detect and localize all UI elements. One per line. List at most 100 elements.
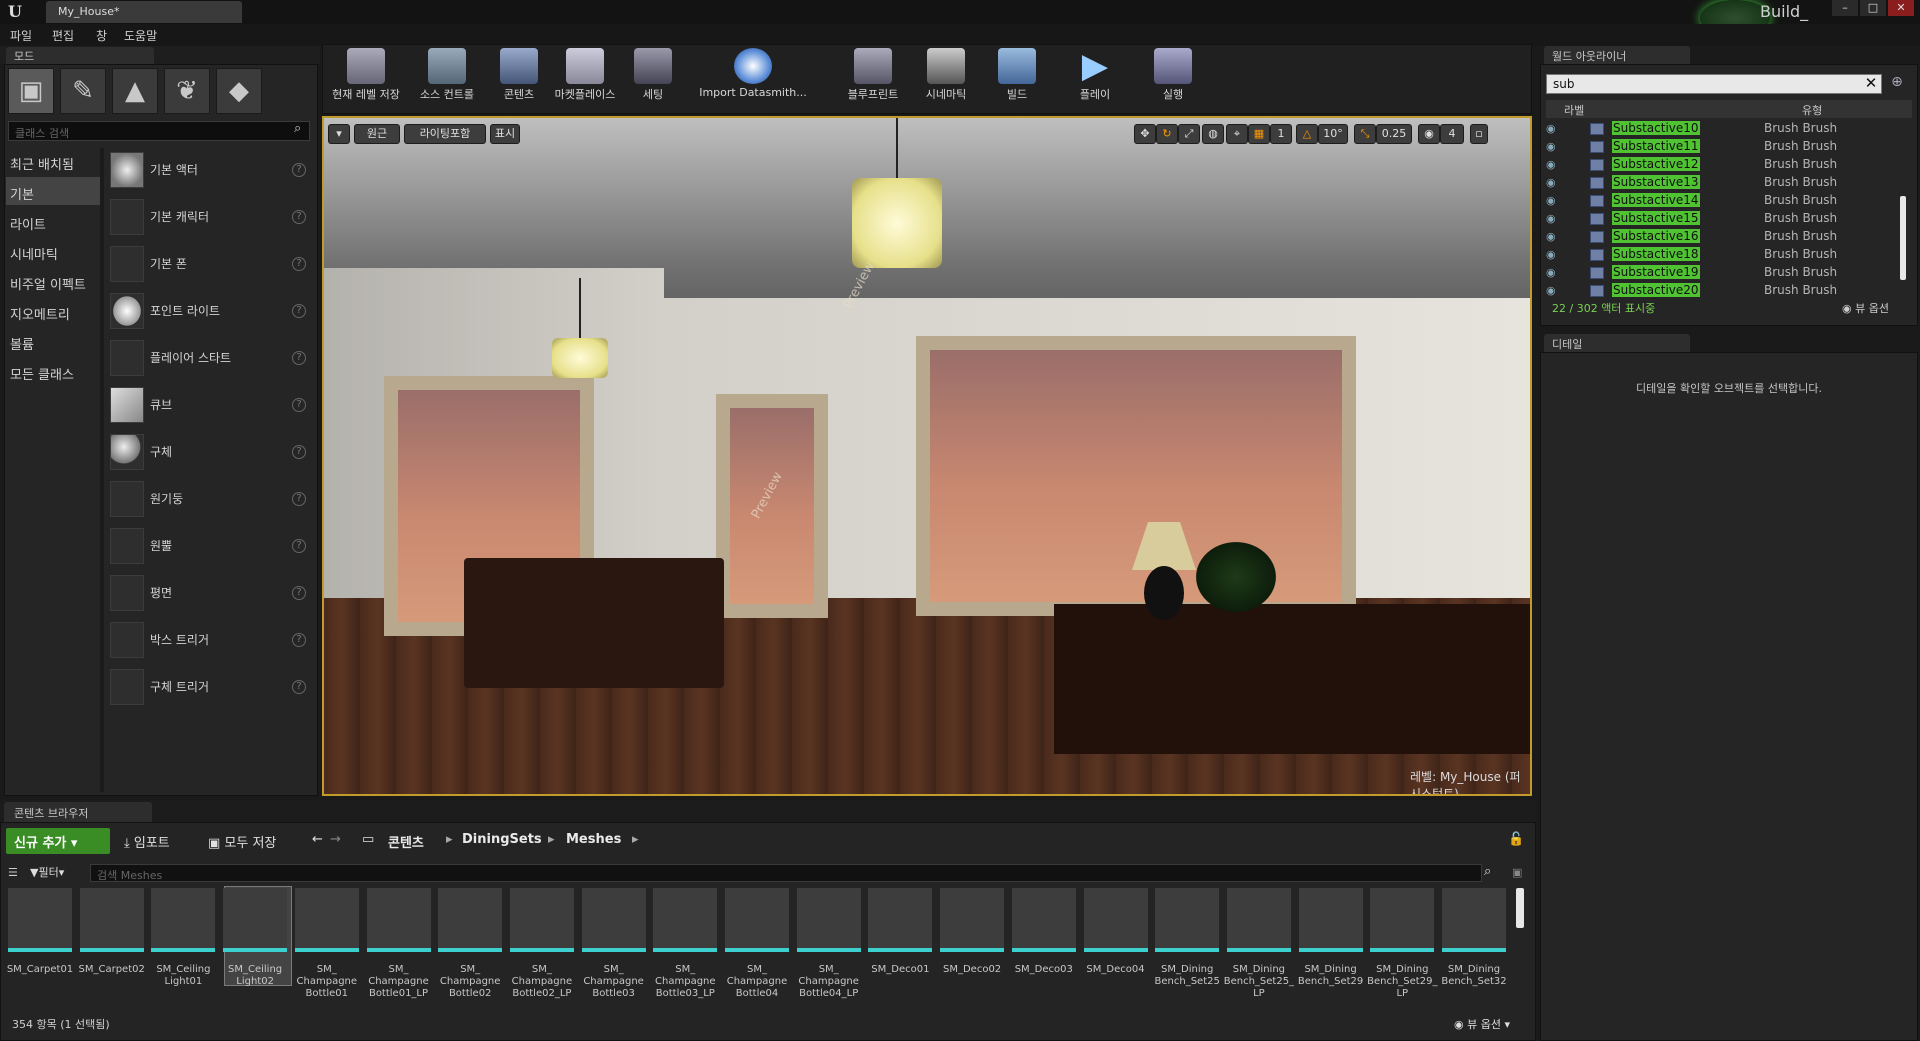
outliner-row[interactable]: ◉ Substactive18 Brush Brush: [1546, 246, 1906, 264]
import-datasmith-button[interactable]: Import Datasmith...: [696, 46, 810, 110]
details-tab[interactable]: 디테일: [1544, 334, 1690, 352]
menu-window[interactable]: 창: [96, 27, 107, 44]
column-type[interactable]: 유형: [1802, 102, 1822, 118]
asset-thumbnail[interactable]: [868, 888, 933, 952]
help-icon[interactable]: ?: [292, 445, 306, 459]
breadcrumb-separator-icon[interactable]: ▸: [548, 832, 555, 847]
outliner-row[interactable]: ◉ Substactive11 Brush Brush: [1546, 138, 1906, 156]
visibility-eye-icon[interactable]: ◉: [1546, 194, 1560, 208]
geometry-mode-icon[interactable]: ◆: [216, 68, 262, 114]
source-control-button[interactable]: 소스 컨트롤: [410, 46, 484, 110]
help-icon[interactable]: ?: [292, 586, 306, 600]
add-actor-icon[interactable]: ⊕: [1886, 74, 1908, 94]
build-button[interactable]: 빌드: [994, 46, 1040, 110]
save-search-icon[interactable]: ▣: [1512, 866, 1522, 879]
lighting-mode-button[interactable]: 라이팅포함: [404, 124, 486, 144]
asset-thumbnail[interactable]: [1298, 888, 1363, 952]
asset-thumbnail[interactable]: [581, 888, 646, 952]
asset-thumbnail[interactable]: [223, 888, 288, 952]
grid-snap-icon[interactable]: ▦: [1248, 124, 1270, 144]
visibility-eye-icon[interactable]: ◉: [1546, 158, 1560, 172]
category-visual-effects[interactable]: 비주얼 이펙트: [6, 268, 100, 295]
content-view-options[interactable]: ◉ 뷰 옵션 ▾: [1454, 1016, 1510, 1032]
visibility-eye-icon[interactable]: ◉: [1546, 176, 1560, 190]
clear-search-icon[interactable]: ✕: [1862, 74, 1880, 94]
marketplace-button[interactable]: 마켓플레이스: [548, 46, 622, 110]
visibility-eye-icon[interactable]: ◉: [1546, 266, 1560, 280]
asset-thumbnail[interactable]: [79, 888, 144, 952]
asset-thumbnail[interactable]: [509, 888, 574, 952]
asset-thumbnail[interactable]: [294, 888, 359, 952]
help-icon[interactable]: ?: [292, 257, 306, 271]
category-cinematic[interactable]: 시네마틱: [6, 238, 100, 265]
world-space-icon[interactable]: ◍: [1202, 124, 1224, 144]
breadcrumb-content[interactable]: 콘텐츠: [388, 832, 424, 851]
category-recent[interactable]: 최근 배치됨: [6, 148, 100, 175]
outliner-scrollbar[interactable]: [1900, 196, 1906, 280]
save-level-button[interactable]: 현재 레벨 저장: [324, 46, 408, 110]
help-icon[interactable]: ?: [292, 351, 306, 365]
asset-thumbnail[interactable]: [1011, 888, 1076, 952]
lock-icon[interactable]: 🔓: [1508, 832, 1524, 847]
translate-icon[interactable]: ✥: [1134, 124, 1156, 144]
asset-thumbnail[interactable]: [1442, 888, 1506, 952]
history-back-icon[interactable]: ←: [312, 832, 323, 847]
visibility-eye-icon[interactable]: ◉: [1546, 140, 1560, 154]
outliner-row[interactable]: ◉ Substactive15 Brush Brush: [1546, 210, 1906, 228]
search-icon[interactable]: ⌕: [1484, 864, 1491, 879]
folder-icon[interactable]: ▭: [362, 832, 374, 847]
help-icon[interactable]: ?: [292, 633, 306, 647]
maximize-icon[interactable]: □: [1860, 0, 1886, 16]
settings-button[interactable]: 세팅: [628, 46, 678, 110]
class-search-input[interactable]: 클래스 검색: [8, 121, 310, 141]
asset-thumbnail[interactable]: [151, 888, 216, 952]
asset-search-input[interactable]: 검색 Meshes: [90, 864, 1482, 882]
add-new-button[interactable]: 신규 추가 ▾: [6, 828, 110, 854]
import-button[interactable]: ⤓ 임포트: [124, 832, 170, 851]
outliner-row[interactable]: ◉ Substactive14 Brush Brush: [1546, 192, 1906, 210]
visibility-eye-icon[interactable]: ◉: [1546, 212, 1560, 226]
camera-speed-value[interactable]: 4: [1440, 124, 1464, 144]
cinematics-button[interactable]: 시네마틱: [914, 46, 978, 110]
asset-thumbnail[interactable]: [796, 888, 861, 952]
help-icon[interactable]: ?: [292, 210, 306, 224]
modes-tab[interactable]: 모드: [6, 47, 154, 64]
asset-thumbnail[interactable]: [1370, 888, 1435, 952]
grid-snap-value[interactable]: 1: [1270, 124, 1292, 144]
asset-thumbnail[interactable]: [1083, 888, 1148, 952]
asset-thumbnail[interactable]: [366, 888, 431, 952]
rotation-snap-value[interactable]: 10°: [1318, 124, 1348, 144]
visibility-eye-icon[interactable]: ◉: [1546, 122, 1560, 136]
play-button[interactable]: ▶ 플레이: [1070, 46, 1120, 110]
breadcrumb-separator-icon[interactable]: ▸: [632, 832, 639, 847]
category-geometry[interactable]: 지오메트리: [6, 298, 100, 325]
category-lights[interactable]: 라이트: [6, 208, 100, 235]
visibility-eye-icon[interactable]: ◉: [1546, 248, 1560, 262]
outliner-row[interactable]: ◉ Substactive16 Brush Brush: [1546, 228, 1906, 246]
asset-thumbnail[interactable]: [1155, 888, 1220, 952]
show-button[interactable]: 표시: [490, 124, 520, 144]
rotation-snap-icon[interactable]: △: [1296, 124, 1318, 144]
world-outliner-tab[interactable]: 월드 아웃라이너: [1544, 46, 1690, 64]
asset-scrollbar[interactable]: [1516, 888, 1524, 928]
search-icon[interactable]: ⌕: [294, 121, 310, 141]
viewport-options-icon[interactable]: ▾: [328, 124, 350, 144]
category-all-classes[interactable]: 모든 클래스: [6, 358, 100, 385]
help-icon[interactable]: ?: [292, 304, 306, 318]
history-forward-icon[interactable]: →: [330, 832, 341, 847]
landscape-mode-icon[interactable]: ▲: [112, 68, 158, 114]
document-tab[interactable]: My_House*: [46, 1, 242, 23]
outliner-row[interactable]: ◉ Substactive10 Brush Brush: [1546, 120, 1906, 138]
menu-edit[interactable]: 편집: [52, 27, 74, 44]
column-label[interactable]: 라벨: [1564, 102, 1584, 118]
menu-file[interactable]: 파일: [10, 27, 32, 44]
asset-thumbnail[interactable]: [940, 888, 1005, 952]
content-browser-tab[interactable]: 콘텐츠 브라우저: [4, 802, 152, 822]
launch-button[interactable]: 실행: [1148, 46, 1198, 110]
help-icon[interactable]: ?: [292, 163, 306, 177]
asset-thumbnail[interactable]: [8, 888, 72, 952]
outliner-row[interactable]: ◉ Substactive20 Brush Brush: [1546, 282, 1906, 300]
foliage-mode-icon[interactable]: ❦: [164, 68, 210, 114]
asset-thumbnail[interactable]: [653, 888, 718, 952]
save-all-button[interactable]: ▣ 모두 저장: [208, 832, 276, 851]
